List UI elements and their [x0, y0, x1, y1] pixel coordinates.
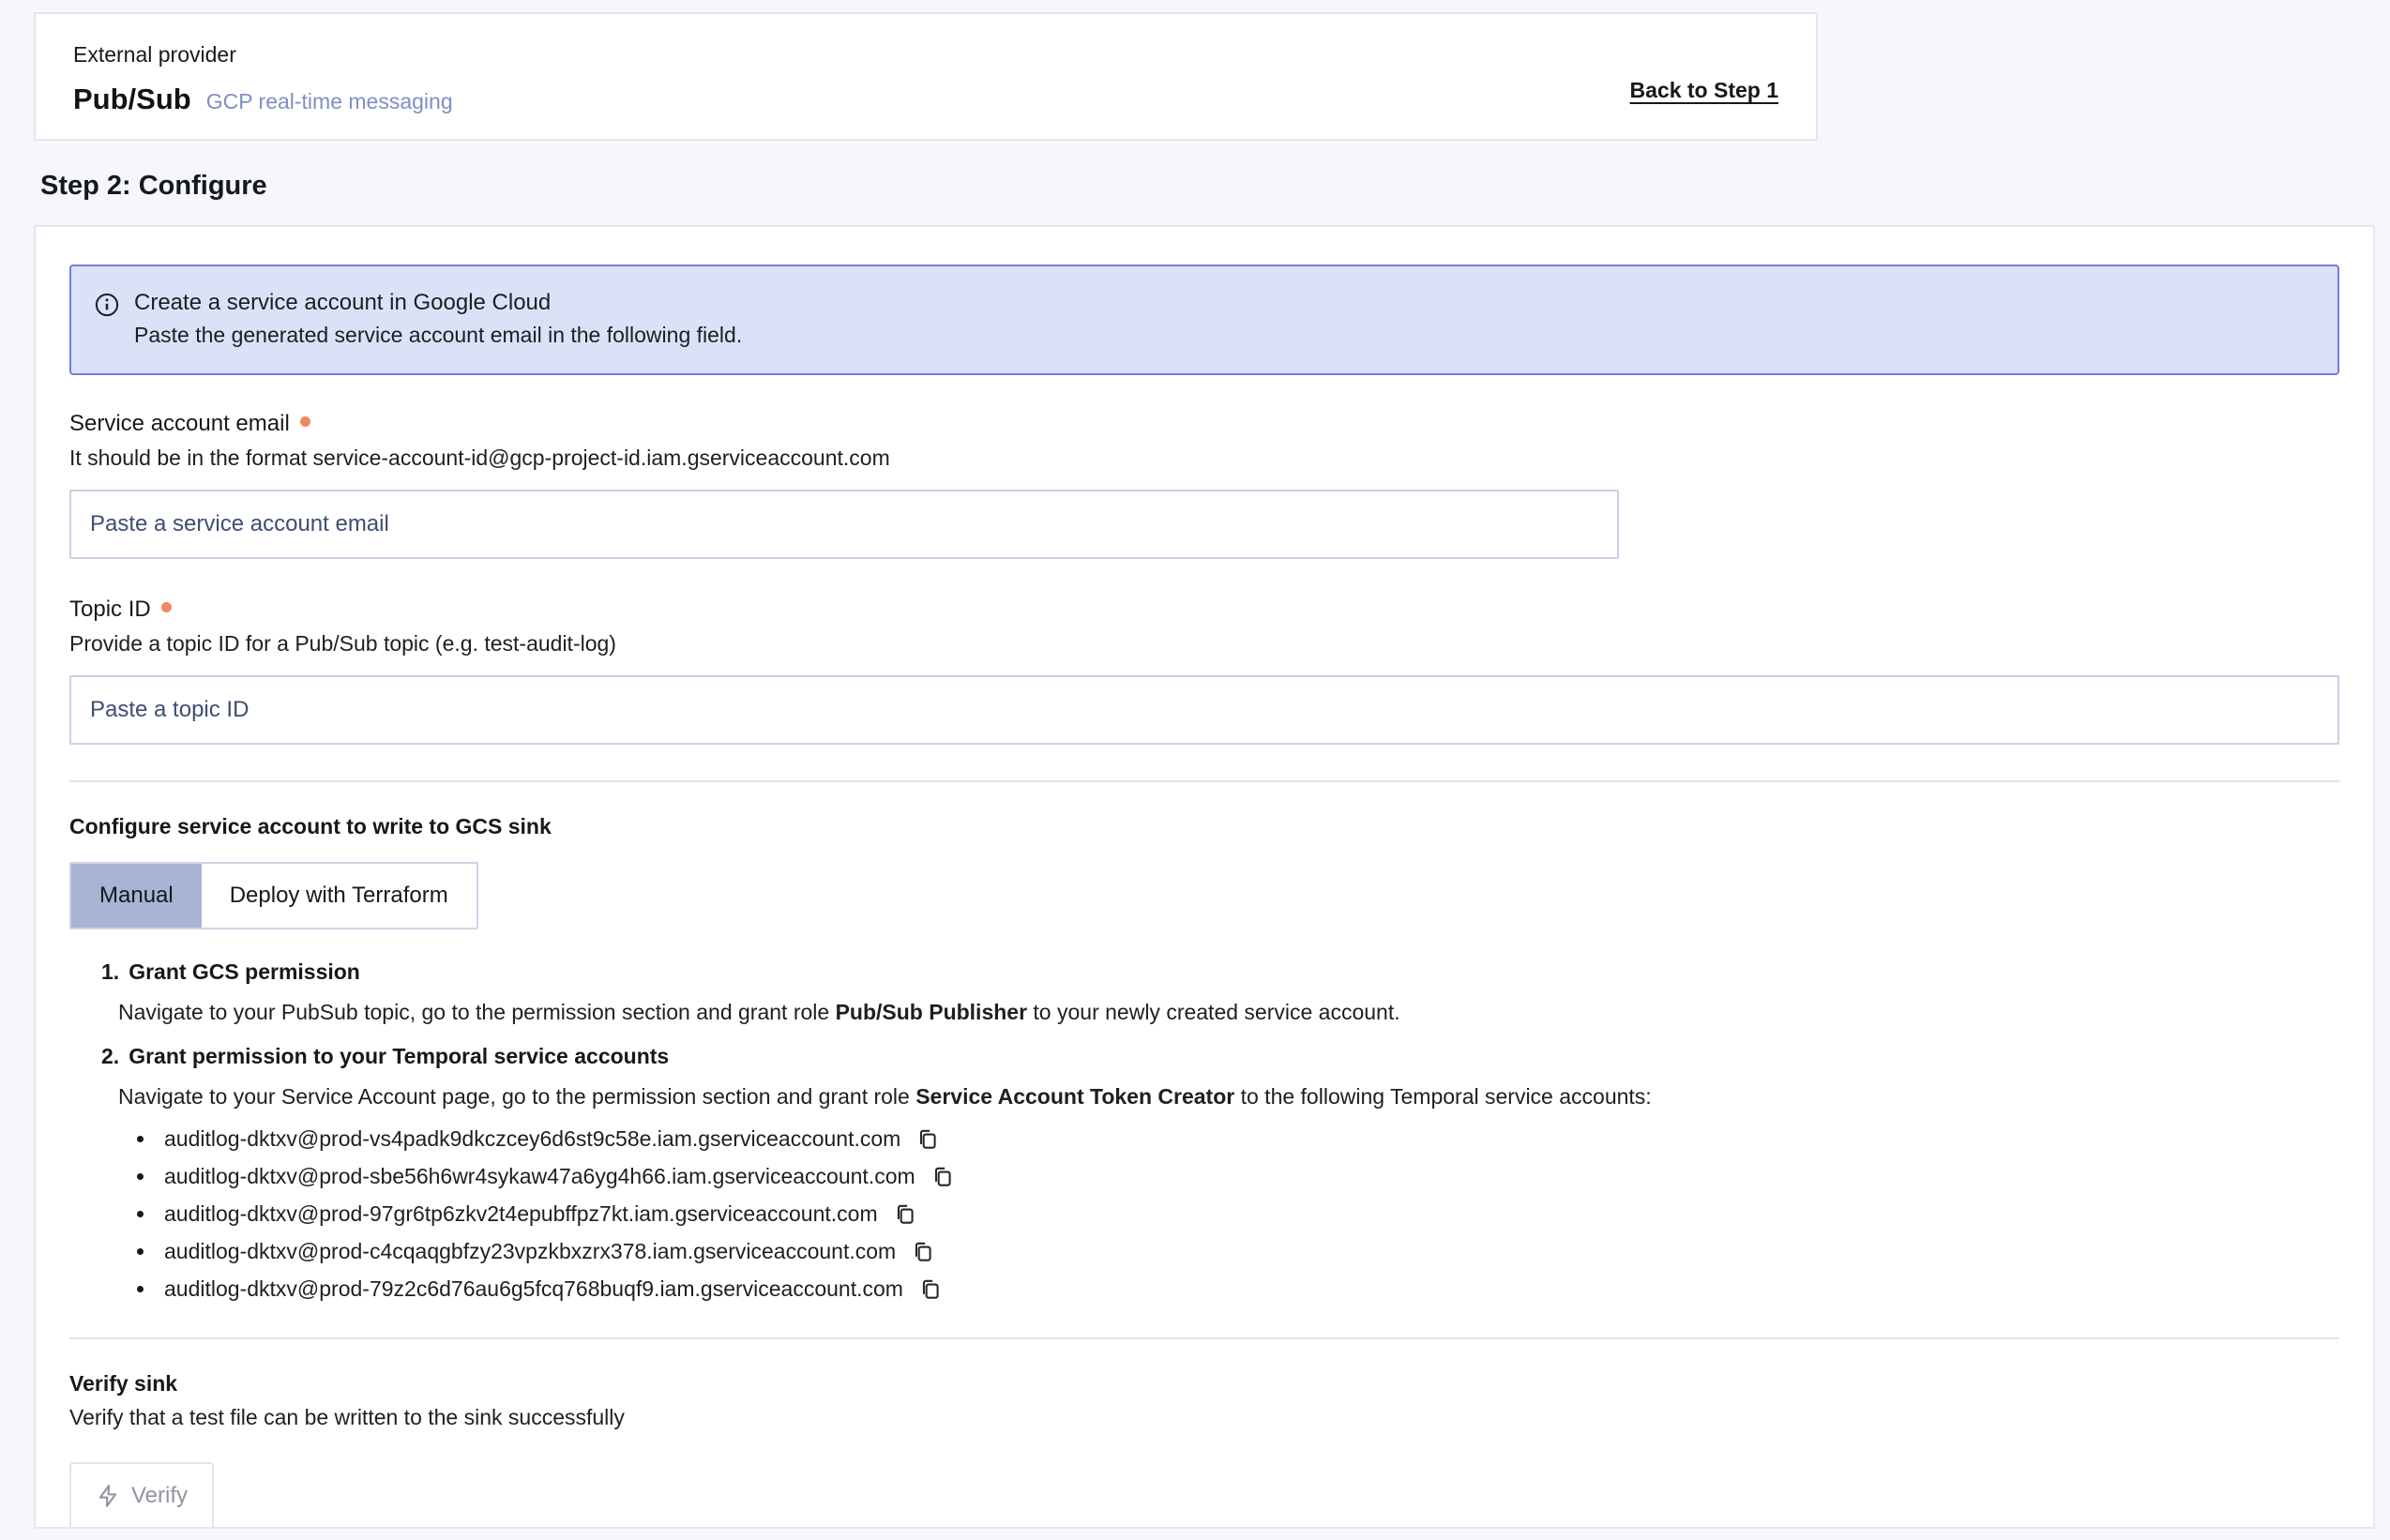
section-divider: [69, 780, 2339, 782]
verify-button-row: Verify: [69, 1430, 2339, 1529]
copy-icon[interactable]: [893, 1202, 917, 1227]
step-1-body-prefix: Navigate to your PubSub topic, go to the…: [118, 1000, 836, 1024]
step-1-number: 1.: [101, 959, 119, 985]
service-account-email-label-row: Service account email: [69, 411, 2339, 437]
verify-button[interactable]: Verify: [69, 1462, 214, 1529]
section-divider: [69, 1337, 2339, 1339]
step-1-body-suffix: to your newly created service account.: [1027, 1000, 1400, 1024]
service-account-email: auditlog-dktxv@prod-79z2c6d76au6g5fcq768…: [164, 1276, 903, 1302]
step-1-heading: 1. Grant GCS permission: [101, 959, 2339, 985]
copy-icon[interactable]: [918, 1277, 943, 1302]
service-account-email: auditlog-dktxv@prod-c4cqaqgbfzy23vpzkbxz…: [164, 1239, 896, 1264]
provider-eyebrow: External provider: [73, 42, 453, 68]
step-2-body-prefix: Navigate to your Service Account page, g…: [118, 1084, 915, 1109]
step-1-body: Navigate to your PubSub topic, go to the…: [118, 998, 2339, 1027]
page-title: Step 2: Configure: [40, 171, 267, 202]
step-2-title: Grant permission to your Temporal servic…: [129, 1044, 669, 1069]
info-icon: [94, 292, 120, 350]
list-item: auditlog-dktxv@prod-c4cqaqgbfzy23vpzkbxz…: [118, 1239, 2339, 1264]
verify-sink-title: Verify sink: [69, 1371, 2339, 1397]
list-item: auditlog-dktxv@prod-79z2c6d76au6g5fcq768…: [118, 1276, 2339, 1302]
provider-tagline: GCP real-time messaging: [206, 89, 453, 114]
zap-icon: [96, 1484, 120, 1508]
tab-deploy-with-terraform[interactable]: Deploy with Terraform: [202, 864, 476, 928]
step-2-body-suffix: to the following Temporal service accoun…: [1234, 1084, 1651, 1109]
required-indicator: [300, 416, 310, 427]
temporal-service-account-list: auditlog-dktxv@prod-vs4padk9dkczcey6d6st…: [118, 1126, 2339, 1302]
topic-id-helper: Provide a topic ID for a Pub/Sub topic (…: [69, 631, 2339, 657]
bullet-icon: [137, 1136, 144, 1142]
provider-name-row: Pub/Sub GCP real-time messaging: [73, 83, 453, 116]
info-banner-text: Create a service account in Google Cloud…: [134, 290, 742, 350]
bullet-icon: [137, 1211, 144, 1217]
topic-id-input[interactable]: [69, 675, 2339, 745]
bullet-icon: [137, 1248, 144, 1255]
provider-card: External provider Pub/Sub GCP real-time …: [34, 12, 1818, 141]
info-banner-description: Paste the generated service account emai…: [134, 323, 742, 348]
topic-id-label-row: Topic ID: [69, 596, 2339, 623]
configure-section-title: Configure service account to write to GC…: [69, 814, 2339, 839]
copy-icon[interactable]: [915, 1127, 940, 1152]
info-banner-title: Create a service account in Google Cloud: [134, 290, 742, 316]
service-account-email-input[interactable]: [69, 490, 1619, 559]
list-item: auditlog-dktxv@prod-97gr6tp6zkv2t4epubff…: [118, 1201, 2339, 1227]
info-banner: Create a service account in Google Cloud…: [69, 264, 2339, 375]
service-account-email-field: Service account email It should be in th…: [69, 411, 2339, 559]
configure-form-card: Create a service account in Google Cloud…: [34, 225, 2375, 1529]
service-account-email-helper: It should be in the format service-accou…: [69, 445, 2339, 471]
verify-sink-description: Verify that a test file can be written t…: [69, 1405, 2339, 1430]
service-account-email: auditlog-dktxv@prod-vs4padk9dkczcey6d6st…: [164, 1126, 900, 1152]
deploy-mode-tabs: Manual Deploy with Terraform: [69, 862, 478, 929]
provider-info: External provider Pub/Sub GCP real-time …: [73, 42, 453, 139]
topic-id-field: Topic ID Provide a topic ID for a Pub/Su…: [69, 596, 2339, 745]
provider-name: Pub/Sub: [73, 83, 191, 116]
topic-id-label: Topic ID: [69, 596, 151, 623]
list-item: auditlog-dktxv@prod-vs4padk9dkczcey6d6st…: [118, 1126, 2339, 1152]
bullet-icon: [137, 1286, 144, 1292]
back-to-step-1-link[interactable]: Back to Step 1: [1630, 78, 1779, 103]
verify-button-label: Verify: [131, 1483, 188, 1509]
service-account-email-label: Service account email: [69, 411, 290, 437]
tab-manual[interactable]: Manual: [71, 864, 202, 928]
copy-icon[interactable]: [911, 1240, 935, 1264]
required-indicator: [161, 602, 172, 612]
bullet-icon: [137, 1173, 144, 1180]
step-1-role-name: Pub/Sub Publisher: [836, 1000, 1027, 1024]
step-2-body: Navigate to your Service Account page, g…: [118, 1082, 2339, 1111]
copy-icon[interactable]: [930, 1165, 955, 1189]
service-account-email: auditlog-dktxv@prod-sbe56h6wr4sykaw47a6y…: [164, 1164, 915, 1189]
service-account-email: auditlog-dktxv@prod-97gr6tp6zkv2t4epubff…: [164, 1201, 878, 1227]
step-2-heading: 2. Grant permission to your Temporal ser…: [101, 1044, 2339, 1069]
list-item: auditlog-dktxv@prod-sbe56h6wr4sykaw47a6y…: [118, 1164, 2339, 1189]
step-1-title: Grant GCS permission: [129, 959, 360, 985]
step-2-number: 2.: [101, 1044, 119, 1069]
manual-steps: 1. Grant GCS permission Navigate to your…: [69, 959, 2339, 1302]
step-2-role-name: Service Account Token Creator: [915, 1084, 1234, 1109]
